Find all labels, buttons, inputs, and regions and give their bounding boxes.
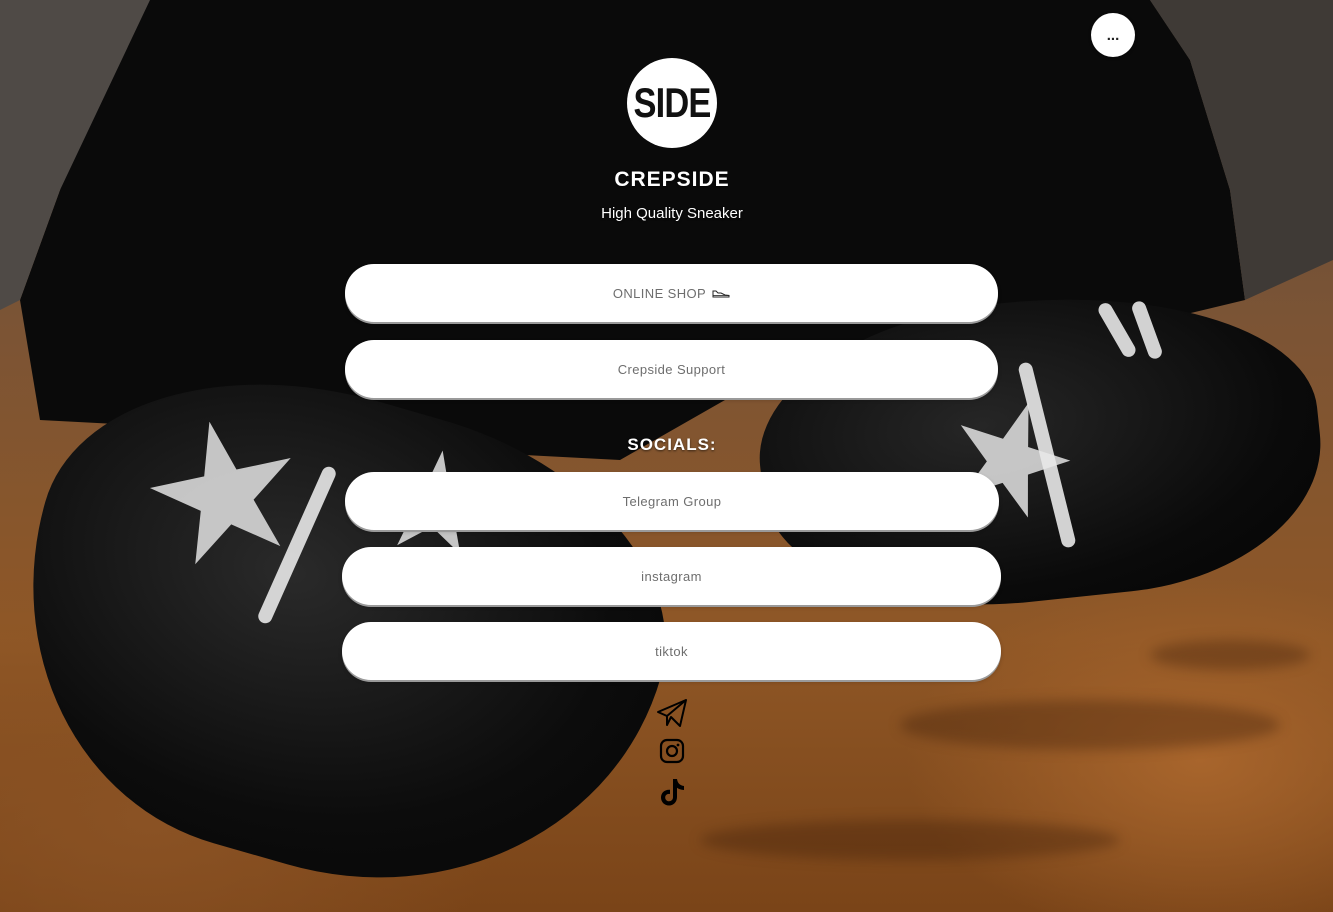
more-menu-button[interactable]: ... bbox=[1091, 13, 1135, 57]
telegram-icon[interactable] bbox=[655, 696, 689, 730]
online-shop-label: ONLINE SHOP bbox=[612, 285, 707, 301]
tiktok-button[interactable]: tiktok bbox=[342, 622, 1001, 680]
avatar-logo-text: SIDE bbox=[633, 79, 711, 126]
socials-heading: SOCIALS: bbox=[627, 435, 717, 454]
instagram-icon[interactable] bbox=[655, 734, 689, 768]
tiktok-icon[interactable] bbox=[655, 775, 689, 809]
sneaker-icon bbox=[712, 288, 730, 298]
tiktok-label: tiktok bbox=[655, 643, 688, 659]
online-shop-button[interactable]: ONLINE SHOP bbox=[345, 264, 998, 322]
crepside-support-button[interactable]: Crepside Support bbox=[345, 340, 998, 398]
telegram-group-label: Telegram Group bbox=[622, 493, 722, 509]
profile-description: High Quality Sneaker bbox=[601, 205, 743, 222]
crepside-support-label: Crepside Support bbox=[617, 361, 726, 377]
telegram-group-button[interactable]: Telegram Group bbox=[345, 472, 999, 530]
avatar: SIDE bbox=[627, 58, 717, 148]
profile-title: CREPSIDE bbox=[614, 168, 730, 191]
instagram-button[interactable]: instagram bbox=[342, 547, 1001, 605]
instagram-label: instagram bbox=[641, 568, 702, 584]
